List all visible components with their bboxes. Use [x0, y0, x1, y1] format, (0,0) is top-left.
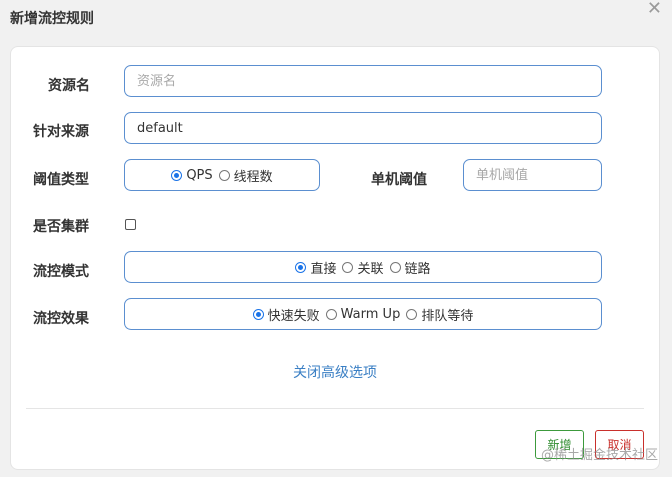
radio-chain[interactable]: 链路	[389, 258, 431, 277]
radio-queue[interactable]: 排队等待	[406, 305, 473, 324]
radio-dot-icon	[389, 261, 401, 273]
radio-thread-count[interactable]: 线程数	[218, 166, 273, 185]
radio-qps[interactable]: QPS	[171, 167, 213, 183]
single-threshold-input[interactable]	[463, 159, 602, 191]
radio-direct-label: 直接	[310, 261, 337, 277]
radio-warm-up-label: Warm Up	[340, 306, 401, 322]
threshold-type-label: 阈值类型	[33, 172, 89, 188]
radio-dot-icon	[171, 169, 183, 181]
radio-warm-up[interactable]: Warm Up	[325, 306, 401, 322]
radio-direct[interactable]: 直接	[295, 258, 336, 277]
flow-effect-label: 流控效果	[33, 311, 89, 327]
cluster-checkbox[interactable]	[125, 219, 136, 230]
threshold-type-group: QPS 线程数	[124, 159, 320, 191]
radio-dot-icon	[295, 261, 307, 273]
radio-relate-label: 关联	[357, 261, 384, 277]
radio-qps-label: QPS	[186, 167, 213, 183]
radio-queue-label: 排队等待	[421, 308, 474, 324]
radio-thread-count-label: 线程数	[233, 169, 273, 185]
flow-effect-group: 快速失败 Warm Up 排队等待	[124, 298, 602, 330]
dialog-title: 新增流控规则	[10, 11, 94, 27]
resource-label: 资源名	[48, 78, 90, 94]
radio-dot-icon	[342, 261, 354, 273]
flow-mode-group: 直接 关联 链路	[124, 251, 602, 283]
radio-dot-icon	[252, 308, 264, 320]
cluster-label: 是否集群	[33, 219, 89, 235]
radio-dot-icon	[218, 169, 230, 181]
limit-app-input[interactable]	[124, 112, 602, 144]
resource-input[interactable]	[124, 65, 602, 97]
radio-dot-icon	[406, 308, 418, 320]
radio-chain-label: 链路	[404, 261, 431, 277]
toggle-advanced-link[interactable]: 关闭高级选项	[11, 362, 659, 382]
limit-app-label: 针对来源	[33, 124, 89, 140]
footer-divider	[26, 408, 644, 409]
single-threshold-label: 单机阈值	[371, 172, 427, 188]
radio-fail-fast-label: 快速失败	[267, 308, 320, 324]
watermark: @稀土掘金技术社区	[540, 448, 658, 463]
form-panel: 资源名 针对来源 阈值类型 QPS 线程数 单机阈值 是否集群 流控模式 直接 …	[10, 46, 660, 470]
radio-fail-fast[interactable]: 快速失败	[252, 305, 320, 324]
radio-relate[interactable]: 关联	[342, 258, 384, 277]
flow-mode-label: 流控模式	[33, 264, 89, 280]
radio-dot-icon	[325, 308, 337, 320]
close-icon[interactable]: ✕	[647, 0, 662, 18]
